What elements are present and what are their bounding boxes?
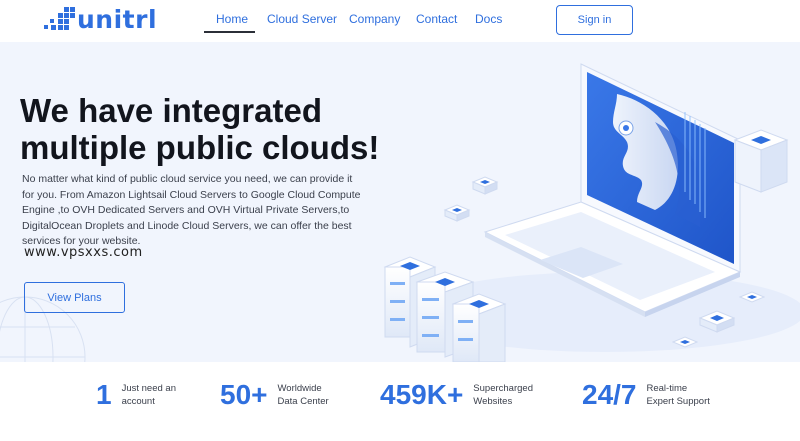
logo[interactable]: unitrl bbox=[42, 5, 157, 35]
stat-value: 1 bbox=[96, 379, 112, 410]
site-header: unitrl Home Cloud Server Company Contact… bbox=[0, 0, 800, 42]
stat-label: Worldwide Data Center bbox=[277, 383, 329, 407]
stat-label: Just need an account bbox=[121, 383, 176, 407]
hero-description: No matter what kind of public cloud serv… bbox=[22, 173, 361, 247]
hero-section: We have integrated multiple public cloud… bbox=[0, 42, 800, 362]
logo-text: unitrl bbox=[77, 5, 158, 34]
stat-data-centers: 50+ Worldwide Data Center bbox=[220, 379, 344, 411]
hero-title: We have integrated multiple public cloud… bbox=[20, 92, 380, 166]
stat-websites: 459K+ Supercharged Websites bbox=[380, 379, 543, 411]
stats-bar: 1 Just need an account 50+ Worldwide Dat… bbox=[0, 362, 800, 441]
nav-docs[interactable]: Docs bbox=[475, 12, 502, 26]
stat-value: 50+ bbox=[220, 379, 268, 410]
nav-company[interactable]: Company bbox=[349, 12, 400, 26]
pixel-grid-logo-icon bbox=[42, 7, 76, 33]
stat-accounts: 1 Just need an account bbox=[96, 379, 186, 411]
nav-contact[interactable]: Contact bbox=[416, 12, 457, 26]
nav-active-indicator bbox=[204, 31, 255, 33]
nav-home[interactable]: Home bbox=[216, 12, 248, 26]
stat-value: 24/7 bbox=[582, 379, 637, 410]
sign-in-button[interactable]: Sign in bbox=[556, 5, 633, 35]
stat-support: 24/7 Real-time Expert Support bbox=[582, 379, 717, 411]
stat-label: Supercharged Websites bbox=[473, 383, 533, 407]
hero-title-line-1: We have integrated bbox=[20, 92, 322, 129]
stat-label: Real-time Expert Support bbox=[646, 383, 710, 407]
watermark-text: www.vpsxxs.com bbox=[24, 245, 143, 260]
laptop-ai-face-illustration bbox=[383, 63, 800, 362]
view-plans-button[interactable]: View Plans bbox=[24, 282, 125, 313]
stat-value: 459K+ bbox=[380, 379, 464, 410]
nav-cloud-server[interactable]: Cloud Server bbox=[267, 12, 337, 26]
hero-title-line-2: multiple public clouds! bbox=[20, 129, 380, 166]
